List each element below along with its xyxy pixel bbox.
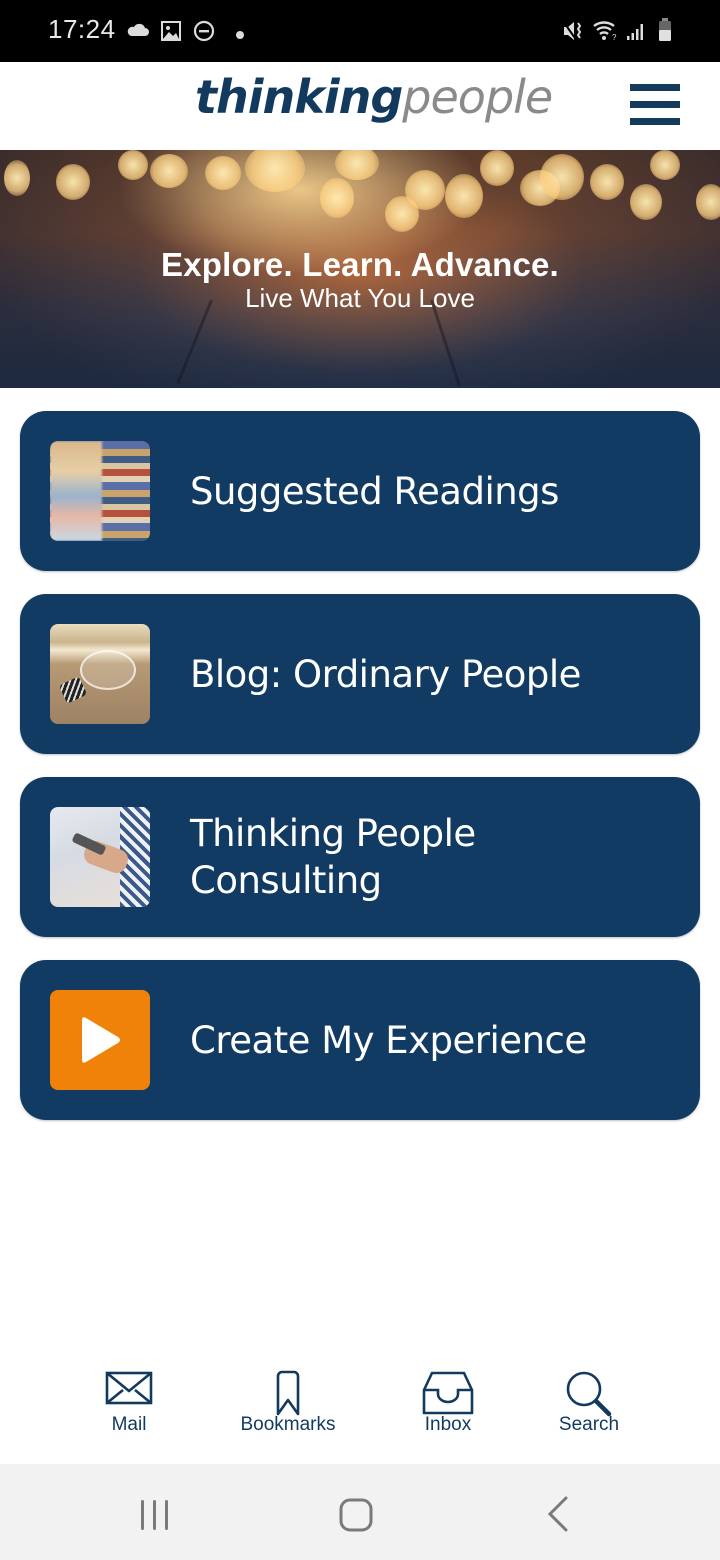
bokeh-light: [445, 174, 483, 218]
bokeh-light: [335, 150, 379, 180]
status-time: 17:24: [48, 14, 116, 44]
menu-bar: [630, 101, 680, 108]
back-icon: [547, 1496, 568, 1532]
bokeh-light: [118, 150, 148, 180]
card-label: Blog: Ordinary People: [190, 652, 581, 696]
battery-icon: [658, 18, 672, 47]
svg-text:?: ?: [612, 33, 617, 41]
logo-people: people: [402, 70, 553, 124]
nav-label: Mail: [111, 1414, 147, 1435]
card-suggested-readings[interactable]: Suggested Readings: [20, 411, 700, 571]
cloud-icon: [126, 22, 150, 43]
status-bar: 17:24 ?: [0, 0, 720, 62]
phone-in-hand-photo: [50, 807, 150, 907]
card-label: Thinking People Consulting: [190, 812, 476, 902]
inbox-icon: [422, 1371, 474, 1415]
bottom-navigation: Mail Bookmarks Inbox Search: [0, 1360, 720, 1464]
card-blog-ordinary-people[interactable]: Blog: Ordinary People: [20, 594, 700, 754]
do-not-disturb-icon: [193, 20, 215, 47]
system-navigation-bar: [0, 1464, 720, 1560]
notification-dot-icon: [235, 27, 245, 45]
books-photo: [50, 441, 150, 541]
image-icon: [160, 20, 182, 47]
bokeh-light: [405, 170, 445, 210]
bokeh-light: [150, 154, 188, 188]
bokeh-light: [650, 150, 680, 180]
app-logo[interactable]: thinkingpeople: [195, 70, 553, 124]
card-create-my-experience[interactable]: Create My Experience: [20, 960, 700, 1120]
recents-button[interactable]: [126, 1494, 186, 1534]
bokeh-light: [320, 178, 354, 218]
hero-banner: Explore. Learn. Advance. Live What You L…: [0, 150, 720, 388]
card-label: Suggested Readings: [190, 469, 559, 513]
bookmark-icon: [276, 1370, 300, 1416]
bokeh-light: [480, 150, 514, 186]
search-icon: [566, 1371, 612, 1417]
menu-cards: Suggested Readings Blog: Ordinary People…: [20, 411, 700, 1143]
card-thinking-people-consulting[interactable]: Thinking People Consulting: [20, 777, 700, 937]
home-icon: [339, 1498, 373, 1532]
bokeh-light: [4, 160, 30, 196]
signal-icon: [626, 21, 646, 46]
bokeh-light: [56, 164, 90, 200]
hero-title: Explore. Learn. Advance.: [161, 246, 559, 283]
lightbulb-photo: [50, 624, 150, 724]
nav-label: Inbox: [424, 1414, 472, 1435]
menu-bar: [630, 118, 680, 125]
recents-icon: [141, 1500, 168, 1530]
mute-vibrate-icon: [562, 20, 586, 47]
wifi-icon: ?: [592, 19, 618, 46]
nav-bookmarks[interactable]: Bookmarks: [228, 1370, 348, 1460]
nav-label: Bookmarks: [240, 1414, 336, 1435]
home-button[interactable]: [326, 1494, 386, 1534]
bokeh-light: [696, 184, 720, 220]
menu-bar: [630, 84, 680, 91]
hero-subtitle: Live What You Love: [245, 283, 475, 313]
logo-thinking: thinking: [195, 70, 403, 124]
back-button[interactable]: [528, 1494, 588, 1534]
play-icon: [50, 990, 150, 1090]
bokeh-light: [245, 150, 305, 192]
bokeh-light: [205, 156, 241, 190]
mail-icon: [105, 1371, 153, 1405]
nav-mail[interactable]: Mail: [69, 1370, 189, 1460]
nav-search[interactable]: Search: [529, 1370, 649, 1460]
nav-inbox[interactable]: Inbox: [388, 1370, 508, 1460]
app-header: thinkingpeople: [0, 62, 720, 150]
nav-label: Search: [558, 1414, 620, 1435]
card-label: Create My Experience: [190, 1018, 587, 1062]
bokeh-light: [630, 184, 662, 220]
bokeh-light: [540, 154, 584, 200]
hamburger-menu-icon[interactable]: [630, 84, 680, 126]
bokeh-light: [590, 164, 624, 200]
